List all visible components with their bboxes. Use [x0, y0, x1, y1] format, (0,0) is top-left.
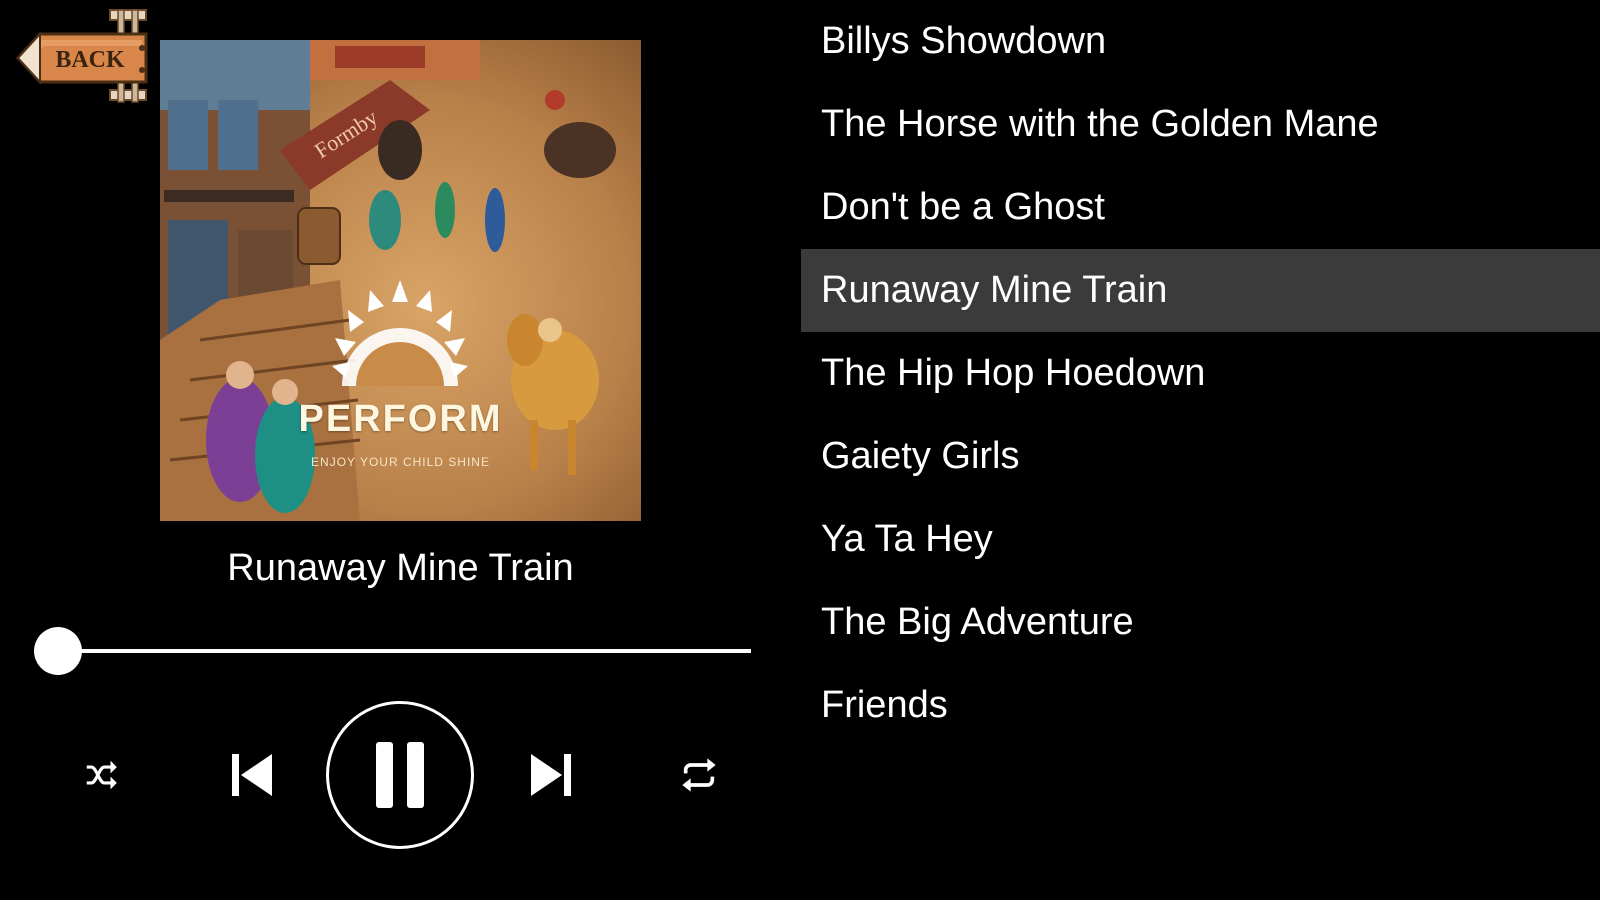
playlist-item[interactable]: The Horse with the Golden Mane	[801, 83, 1600, 166]
back-label: BACK	[55, 47, 125, 73]
skip-previous-icon	[232, 754, 272, 796]
shuffle-icon	[86, 760, 117, 790]
shuffle-button[interactable]	[78, 752, 124, 798]
playlist-item-active[interactable]: Runaway Mine Train	[801, 249, 1600, 332]
now-playing-title: Runaway Mine Train	[227, 547, 574, 589]
next-button[interactable]	[523, 746, 579, 804]
album-tagline: ENJOY YOUR CHILD SHINE	[311, 455, 490, 469]
playlist-item[interactable]: Ya Ta Hey	[801, 498, 1600, 581]
album-cover-illustration: Formby	[160, 40, 641, 521]
skip-next-icon	[531, 754, 571, 796]
playlist-item[interactable]: The Big Adventure	[801, 581, 1600, 664]
music-player-screen: BACK Formby PERFORM ENJOY YOUR CHILD SHI…	[0, 0, 1600, 900]
repeat-button[interactable]	[676, 752, 722, 798]
playlist-item[interactable]: Billys Showdown	[801, 0, 1600, 83]
playlist-item[interactable]: The Hip Hop Hoedown	[801, 332, 1600, 415]
previous-button[interactable]	[224, 746, 280, 804]
pause-icon	[376, 742, 424, 808]
playlist-item[interactable]: Friends	[801, 664, 1600, 747]
repeat-icon	[682, 758, 716, 792]
playlist-item[interactable]: Gaiety Girls	[801, 415, 1600, 498]
progress-slider[interactable]	[58, 649, 751, 653]
playlist-item[interactable]: Don't be a Ghost	[801, 166, 1600, 249]
playlist: Billys Showdown The Horse with the Golde…	[801, 0, 1600, 740]
play-pause-button[interactable]	[326, 701, 474, 849]
back-button[interactable]: BACK	[14, 8, 156, 108]
album-brand: PERFORM	[298, 398, 503, 440]
back-arrow-sign-icon: BACK	[15, 9, 148, 103]
album-art: Formby PERFORM ENJOY YOUR CHILD SHINE	[160, 40, 641, 521]
progress-thumb[interactable]	[34, 627, 82, 675]
